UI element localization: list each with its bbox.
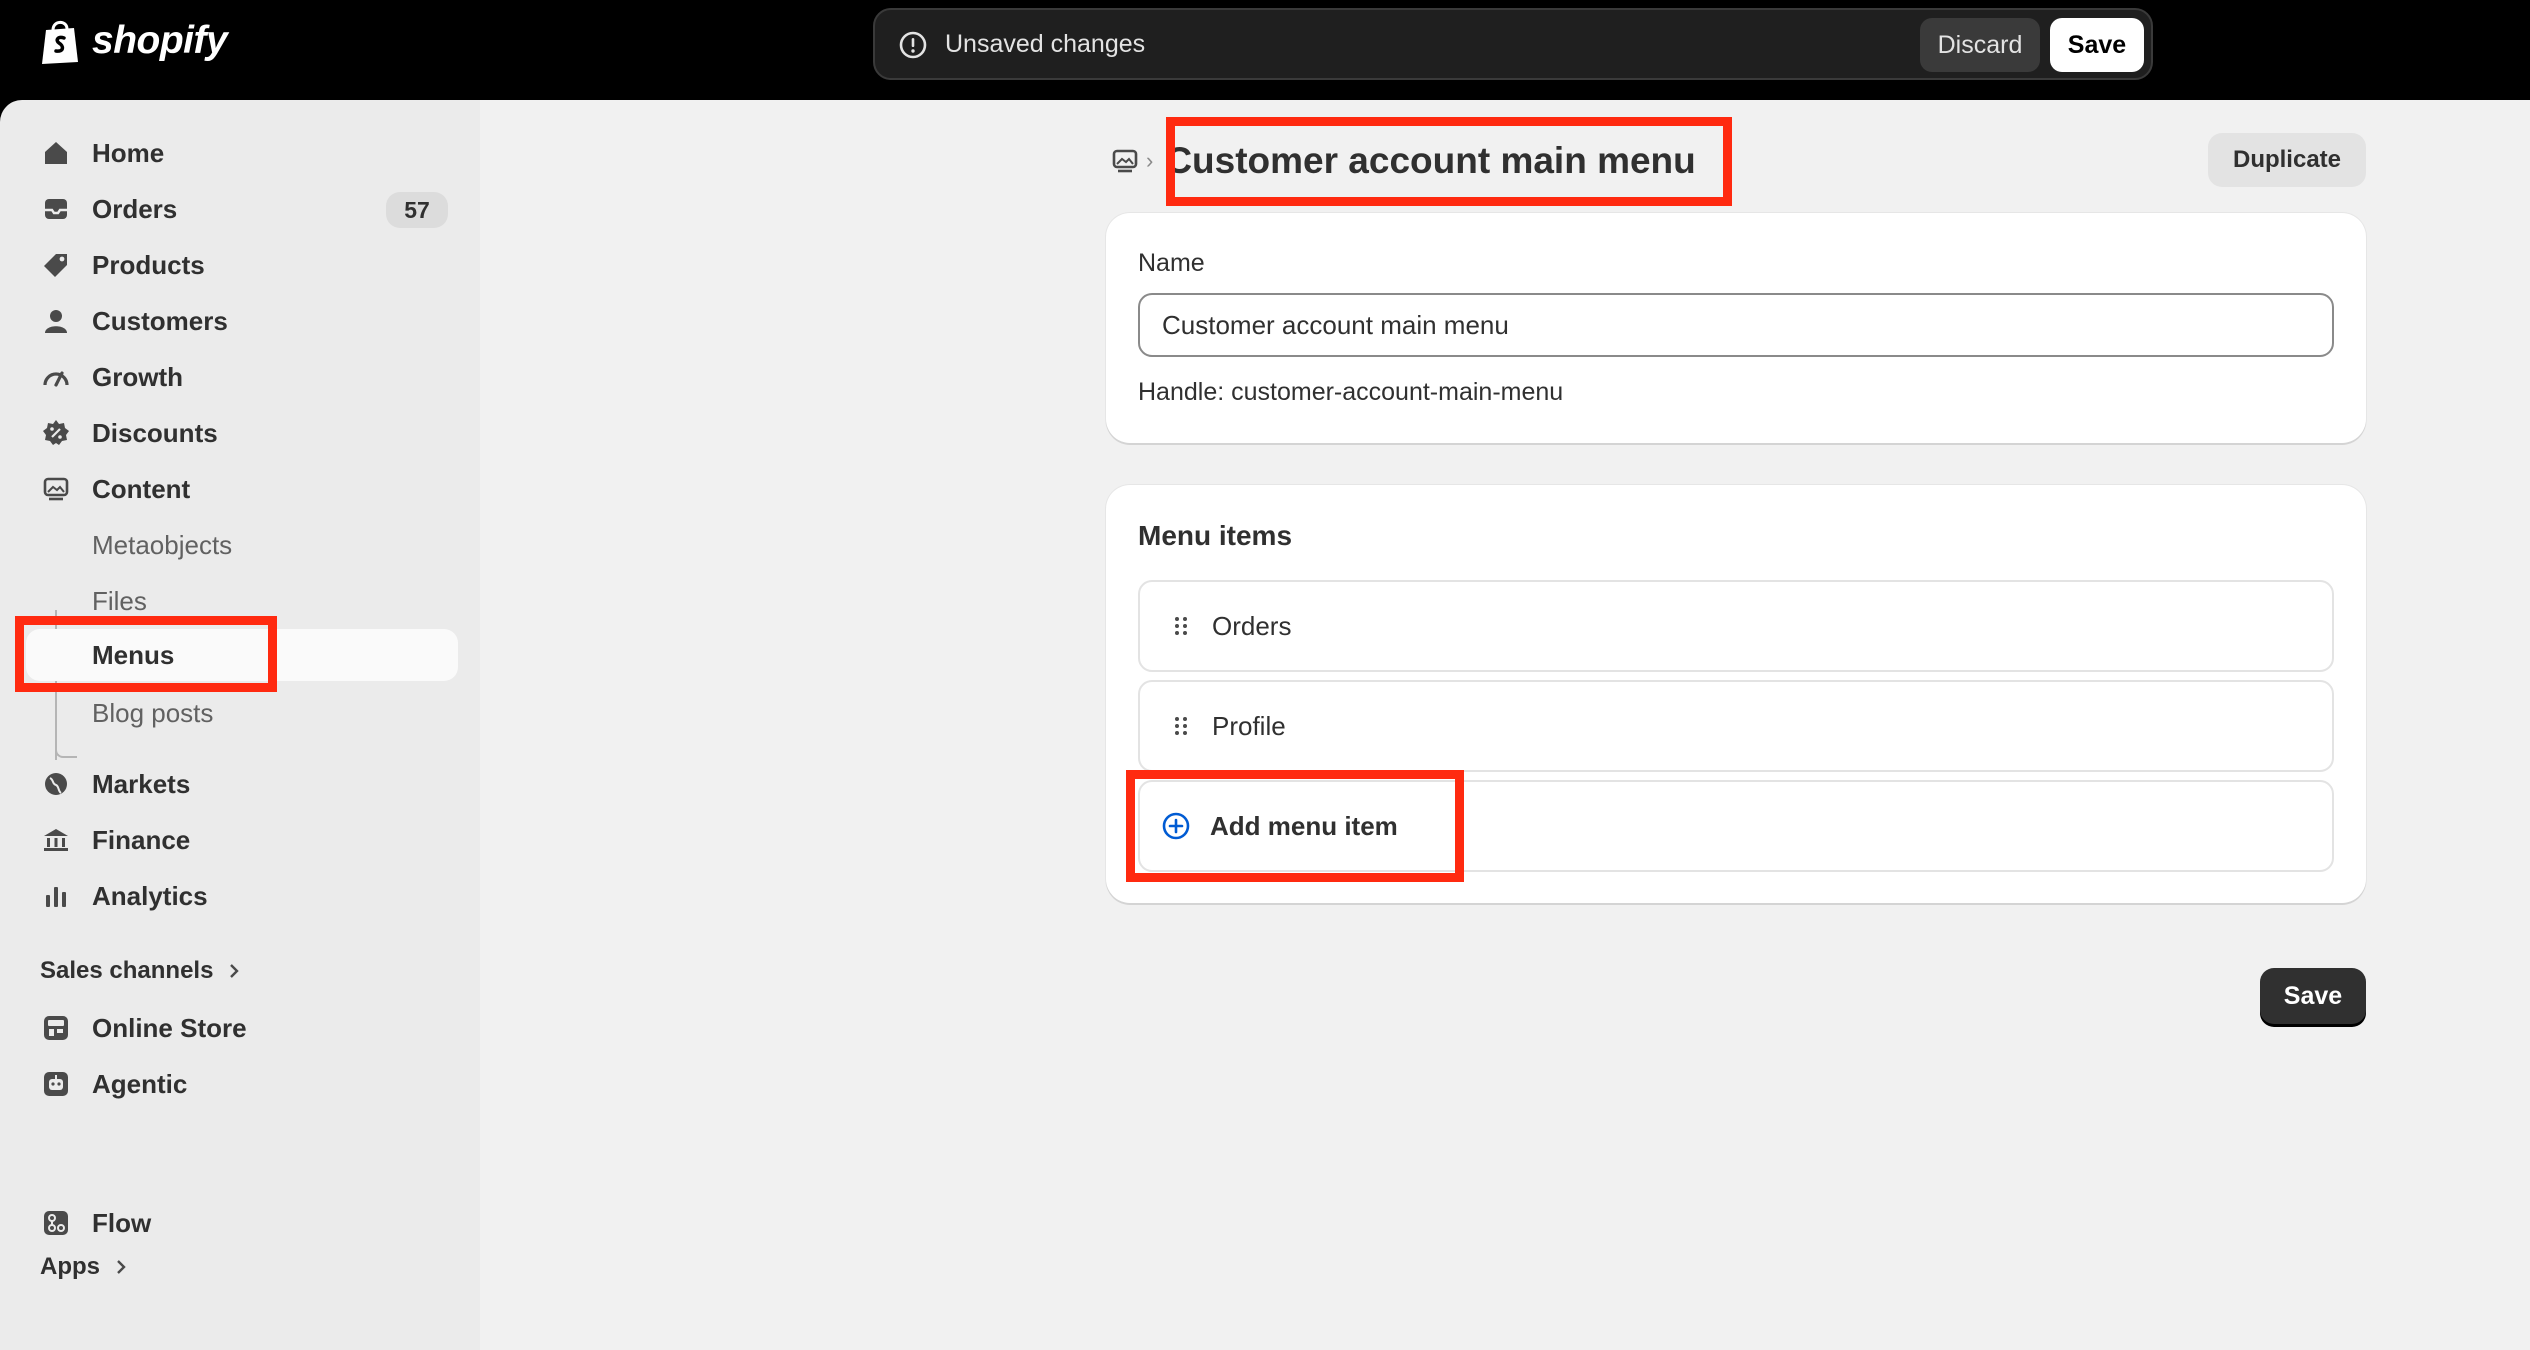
discount-icon [26,407,86,459]
sidebar-item-label: Home [92,137,165,168]
menu-items-title: Menu items [1138,520,1293,551]
content-icon[interactable] [1110,146,1140,176]
robot-icon [26,1058,86,1110]
sidebar-item-label: Online Store [92,1012,247,1043]
sidebar-item-finance[interactable]: Finance [26,814,456,866]
save-button[interactable]: Save [2260,968,2366,1024]
sidebar-item-blog-posts[interactable]: Blog posts [26,687,456,739]
sidebar-item-label: Files [92,585,147,616]
unsaved-message: Unsaved changes [945,30,1146,58]
sidebar-item-label: Metaobjects [92,529,233,560]
unsaved-changes-bar: Unsaved changes Discard Save [873,8,2153,80]
apps-heading[interactable]: Apps [40,1253,128,1281]
shopify-bag-icon [42,20,78,64]
shopify-logo[interactable]: shopify [38,16,228,66]
highlight-box-menus [15,616,277,692]
bar-chart-icon [26,870,86,922]
highlight-box-add-item [1126,770,1464,882]
sidebar: Home Orders 57 Products Customers Growth… [0,100,480,1350]
name-label: Name [1138,249,1205,277]
sidebar-item-label: Orders [92,193,178,224]
image-icon [26,463,86,515]
home-icon [26,127,86,179]
menu-item-row[interactable]: Orders [1138,580,2334,672]
gauge-icon [26,351,86,403]
sidebar-item-growth[interactable]: Growth [26,351,456,403]
sales-channels-heading[interactable]: Sales channels [40,957,241,985]
top-bar: shopify Unsaved changes Discard Save [0,0,2530,100]
tree-elbow [55,740,77,758]
discard-button[interactable]: Discard [1920,18,2040,72]
sidebar-item-products[interactable]: Products [26,239,456,291]
duplicate-button[interactable]: Duplicate [2208,133,2366,187]
breadcrumb-separator: › [1146,148,1154,173]
sidebar-item-label: Customers [92,305,228,336]
drag-handle-icon[interactable] [1168,713,1194,739]
tag-icon [26,239,86,291]
sidebar-item-label: Growth [92,361,183,392]
sidebar-item-content[interactable]: Content [26,463,456,515]
sidebar-item-label: Blog posts [92,697,214,728]
drag-handle-icon[interactable] [1168,613,1194,639]
bank-icon [26,814,86,866]
globe-icon [26,758,86,810]
alert-circle-icon [899,31,927,59]
sidebar-item-label: Discounts [92,417,218,448]
sidebar-item-discounts[interactable]: Discounts [26,407,456,459]
sidebar-item-label: Flow [92,1207,152,1238]
sidebar-item-label: Markets [92,768,191,799]
sidebar-item-label: Products [92,249,205,280]
save-button-top[interactable]: Save [2050,18,2144,72]
sidebar-item-markets[interactable]: Markets [26,758,456,810]
sidebar-item-flow[interactable]: Flow [26,1197,456,1249]
section-heading-label: Apps [40,1253,100,1280]
menu-item-label: Orders [1212,610,1292,641]
highlight-box-title [1166,117,1732,206]
chevron-right-icon [117,1260,126,1274]
section-heading-label: Sales channels [40,957,214,984]
inbox-icon [26,183,86,235]
chevron-right-icon [230,964,240,978]
sidebar-item-label: Content [92,473,191,504]
sidebar-item-online-store[interactable]: Online Store [26,1002,456,1054]
sidebar-item-customers[interactable]: Customers [26,295,456,347]
store-icon [26,1002,86,1054]
menu-item-row[interactable]: Profile [1138,680,2334,772]
sidebar-item-analytics[interactable]: Analytics [26,870,456,922]
brand-name: shopify [92,19,228,62]
name-card: Name Handle: customer-account-main-menu [1106,213,2366,443]
sidebar-item-label: Analytics [92,880,208,911]
handle-text: Handle: customer-account-main-menu [1138,378,1564,406]
sidebar-item-label: Agentic [92,1068,188,1099]
flow-icon [26,1197,86,1249]
name-input[interactable] [1138,293,2334,357]
sidebar-item-label: Finance [92,824,191,855]
person-icon [26,295,86,347]
sidebar-item-agentic[interactable]: Agentic [26,1058,456,1110]
sidebar-item-home[interactable]: Home [26,127,456,179]
sidebar-item-orders[interactable]: Orders 57 [26,183,456,235]
sidebar-item-metaobjects[interactable]: Metaobjects [26,519,456,571]
orders-count-badge: 57 [386,192,448,228]
menu-item-label: Profile [1212,710,1286,741]
